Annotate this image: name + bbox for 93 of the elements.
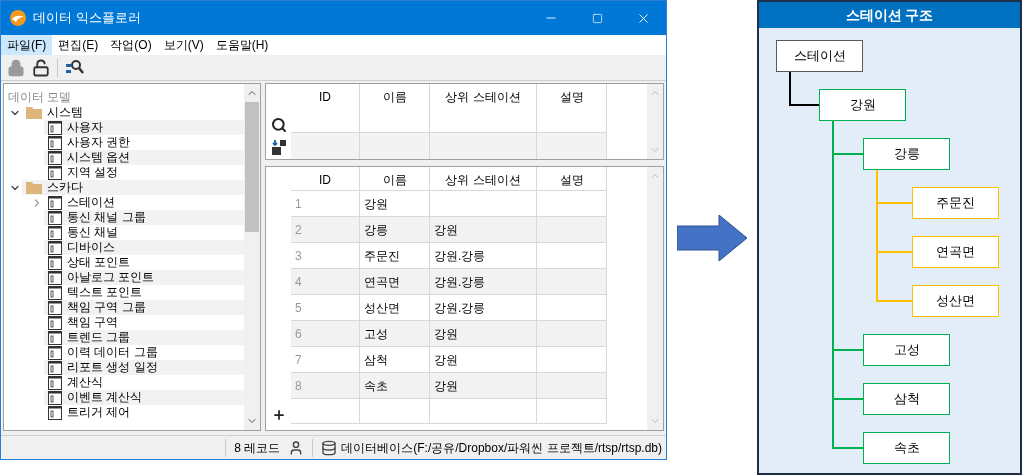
search-icon[interactable] xyxy=(270,117,287,133)
table-icon xyxy=(48,255,62,270)
tree-item-label: 시스템 xyxy=(47,105,83,120)
sort-icon[interactable] xyxy=(270,139,287,155)
table-icon xyxy=(48,240,62,255)
tree-item[interactable]: 이벤트 계산식 xyxy=(44,390,244,405)
tree-item-label: 지역 설정 xyxy=(67,165,119,180)
tree-item-label: 트리거 제어 xyxy=(67,405,131,420)
tree-item[interactable]: 사용자 xyxy=(44,120,244,135)
tree-item-label: 시스템 옵션 xyxy=(67,150,131,165)
table-icon xyxy=(48,210,62,225)
tree-item[interactable]: 통신 채널 그룹 xyxy=(44,210,244,225)
station-node: 강원 xyxy=(819,89,906,121)
maximize-icon[interactable] xyxy=(591,12,603,24)
station-node: 주문진 xyxy=(912,187,999,219)
tree-item-label: 스카다 xyxy=(47,180,83,195)
filter-field[interactable] xyxy=(360,133,430,159)
tree-item-label: 트렌드 그룹 xyxy=(67,330,131,345)
tree-item-label: 사용자 xyxy=(67,120,103,135)
scrollbar[interactable] xyxy=(647,167,663,430)
table-icon xyxy=(48,375,62,390)
tree-item[interactable]: 아날로그 포인트 xyxy=(44,270,244,285)
scrollbar-thumb[interactable] xyxy=(245,102,259,232)
tree-item-label: 아날로그 포인트 xyxy=(67,270,155,285)
menu-item[interactable]: 파일(F) xyxy=(1,35,53,55)
table-icon xyxy=(48,390,62,405)
tree-item-label: 이벤트 계산식 xyxy=(67,390,143,405)
table-icon xyxy=(48,315,62,330)
tree-item[interactable]: 리포트 생성 일정 xyxy=(44,360,244,375)
table-icon xyxy=(48,330,62,345)
filter-field[interactable] xyxy=(537,133,607,159)
table-icon xyxy=(48,225,62,240)
station-node: 삼척 xyxy=(863,383,950,415)
table-icon xyxy=(48,360,62,375)
tree-item[interactable]: 디바이스 xyxy=(44,240,244,255)
tree-header: 데이터 모델 xyxy=(7,89,73,105)
tree-item-label: 리포트 생성 일정 xyxy=(67,360,158,375)
tree-item-label: 책임 구역 그룹 xyxy=(67,300,146,315)
table-icon xyxy=(48,405,62,420)
table-icon xyxy=(48,300,62,315)
column-header[interactable]: 설명 xyxy=(537,84,607,132)
tree-item[interactable]: 책임 구역 그룹 xyxy=(44,300,244,315)
table-icon xyxy=(48,195,62,210)
table-cell: 강원 xyxy=(430,373,537,398)
station-node: 성산면 xyxy=(912,285,999,317)
tree-item[interactable]: 스카다 xyxy=(22,180,244,195)
tree-item-label: 통신 채널 그룹 xyxy=(67,210,146,225)
table-icon xyxy=(48,285,62,300)
tree-item-label: 텍스트 포인트 xyxy=(67,285,143,300)
app-logo-icon xyxy=(9,9,27,27)
column-header[interactable]: 이름 xyxy=(360,84,430,132)
menu-item[interactable]: 도움말(H) xyxy=(209,35,275,55)
column-header[interactable]: ID xyxy=(291,84,360,132)
station-node: 속초 xyxy=(863,432,950,464)
filter-field[interactable] xyxy=(430,133,537,159)
tree-item-label: 사용자 권한 xyxy=(67,135,131,150)
tree-item-label: 이력 데이터 그룹 xyxy=(67,345,158,360)
table-icon xyxy=(48,165,62,180)
menu-item[interactable]: 보기(V) xyxy=(157,35,210,55)
station-node: 강릉 xyxy=(863,138,950,170)
record-count: 8 레코드 xyxy=(225,438,281,457)
tree-item-label: 통신 채널 xyxy=(67,225,119,240)
tree-item-label: 계산식 xyxy=(67,375,103,390)
station-node: 연곡면 xyxy=(912,236,999,268)
table-icon xyxy=(48,135,62,150)
tree-item[interactable]: 시스템 옵션 xyxy=(44,150,244,165)
window-title: 데이터 익스플로러 xyxy=(33,9,141,28)
scrollbar[interactable] xyxy=(647,84,663,159)
tree-item-label: 상태 포인트 xyxy=(67,255,131,270)
diagram-title: 스테이션 구조 xyxy=(759,2,1020,28)
tree-item-label: 책임 구역 xyxy=(67,315,119,330)
tree-item[interactable]: 트렌드 그룹 xyxy=(44,330,244,345)
database-icon xyxy=(321,439,338,456)
database-path: 데이터베이스(F:/공유/Dropbox/파워씬 프로젝트/rtsp/rtsp.db) xyxy=(341,439,662,457)
table-icon xyxy=(48,150,62,165)
tree-item-label: 디바이스 xyxy=(67,240,115,255)
station-node: 스테이션 xyxy=(776,40,863,72)
menu-item[interactable]: 작업(O) xyxy=(104,35,158,55)
table-cell: 8 xyxy=(291,373,360,398)
table-icon xyxy=(48,345,62,360)
table-icon xyxy=(48,270,62,285)
add-row-icon[interactable] xyxy=(271,408,286,422)
table-icon xyxy=(48,120,62,135)
table-cell: 속초 xyxy=(360,373,430,398)
scrollbar[interactable] xyxy=(244,84,260,430)
menu-item[interactable]: 편집(E) xyxy=(52,35,105,55)
folder-icon xyxy=(26,106,42,119)
tree-item-label: 스테이션 xyxy=(67,195,115,210)
folder-icon xyxy=(26,181,42,194)
right-arrow-icon xyxy=(677,214,747,261)
station-node: 고성 xyxy=(863,334,950,366)
filter-field[interactable] xyxy=(291,133,360,159)
column-header[interactable]: 상위 스테이션 xyxy=(430,84,537,132)
